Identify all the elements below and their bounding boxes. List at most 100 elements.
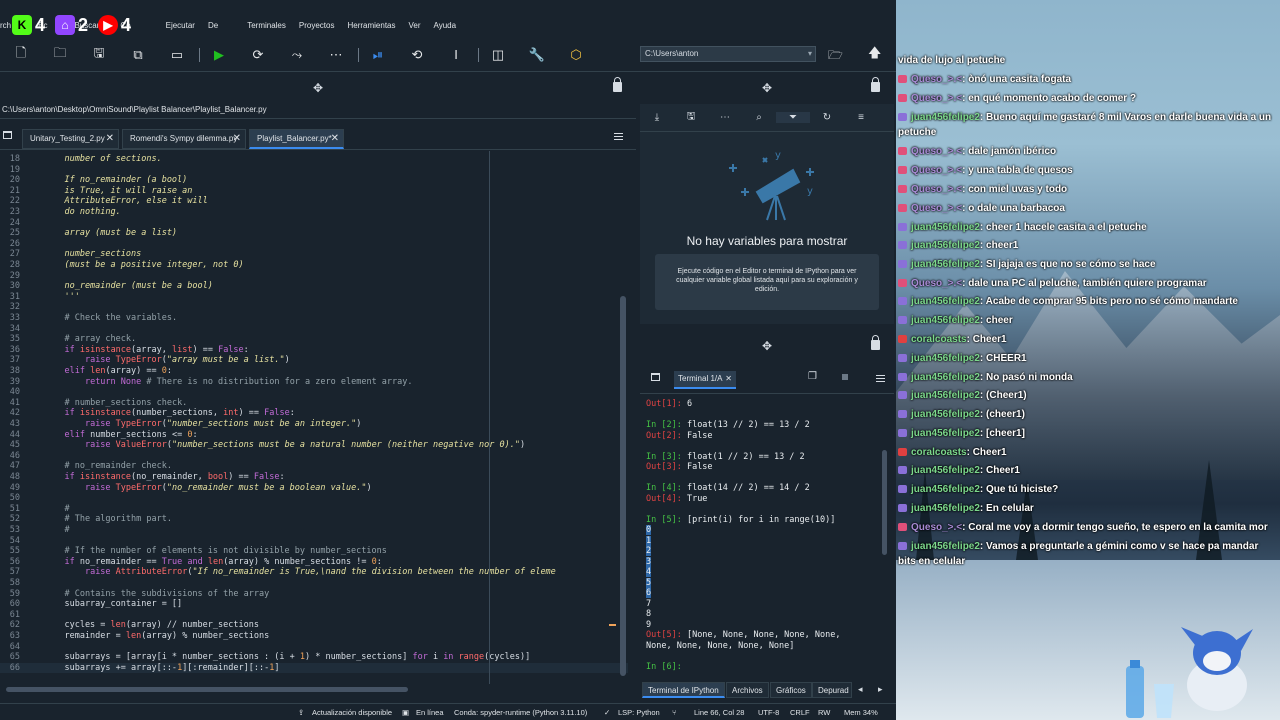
chat-username[interactable]: juan456felipe2 (911, 240, 980, 251)
code-line[interactable]: 65 subarrays = [array[i * number_section… (0, 652, 628, 663)
code-line[interactable]: 59 # Contains the subdivisions of the ar… (0, 589, 628, 600)
import-data-icon[interactable]: ⤓ (640, 112, 674, 123)
code-line[interactable]: 44 elif number_sections <= 0: (0, 430, 628, 441)
lock-pane-icon[interactable] (871, 77, 880, 92)
tab-debugger[interactable]: Depurad (812, 682, 852, 698)
chat-username[interactable]: juan456felipe2 (911, 390, 980, 401)
lock-pane-icon[interactable] (613, 77, 622, 92)
save-icon[interactable]: 🖫 (86, 43, 112, 67)
chat-username[interactable]: juan456felipe2 (911, 315, 980, 326)
chat-username[interactable]: juan456felipe2 (911, 222, 980, 233)
stop-icon[interactable] (842, 374, 848, 380)
code-line[interactable]: 36 if isinstance(array, list) == False: (0, 345, 628, 356)
chat-username[interactable]: juan456felipe2 (911, 428, 980, 439)
move-pane-icon[interactable]: ✥ (762, 81, 772, 95)
code-line[interactable]: 32 (0, 302, 628, 313)
save-all-icon[interactable]: ⧉ (125, 43, 151, 67)
run-cell-advance-icon[interactable]: ⤳ (284, 43, 310, 67)
menu-terminales[interactable]: Terminales (247, 21, 286, 30)
code-line[interactable]: 66 subarrays += array[::-1][:remainder][… (0, 662, 628, 674)
code-line[interactable]: 30 no_remainder (must be a bool) (0, 281, 628, 292)
chat-username[interactable]: Queso_>.< (911, 522, 962, 533)
preferences-wrench-icon[interactable]: 🔧 (524, 43, 550, 67)
code-line[interactable]: 34 (0, 324, 628, 335)
tab-plots[interactable]: Gráficos (770, 682, 812, 698)
tab-playlist-balancer[interactable]: Playlist_Balancer.py* ✕ (249, 129, 344, 149)
menu-herramientas[interactable]: Herramientas (347, 21, 395, 30)
working-directory-input[interactable]: C:\Users\anton ▾ (640, 46, 816, 62)
maximize-pane-icon[interactable]: ◫ (485, 43, 511, 67)
menu-depurar[interactable]: De (208, 21, 218, 30)
browse-folder-icon[interactable]: 🗁 (828, 46, 843, 67)
code-line[interactable]: 27 number_sections (0, 249, 628, 260)
code-editor[interactable]: 18 number of sections. 19 20 If no_remaind… (0, 151, 628, 678)
chat-username[interactable]: juan456felipe2 (911, 296, 980, 307)
menu-proyectos[interactable]: Proyectos (299, 21, 335, 30)
browse-tabs-icon[interactable] (3, 131, 12, 139)
chevron-down-icon[interactable]: ▾ (808, 47, 812, 61)
chat-username[interactable]: juan456felipe2 (911, 465, 980, 476)
code-line[interactable]: 24 (0, 218, 628, 229)
debug-icon[interactable]: ⏯ (365, 43, 391, 67)
code-line[interactable]: 33 # Check the variables. (0, 313, 628, 324)
debug-cell-icon[interactable]: ⟲ (404, 43, 430, 67)
chat-username[interactable]: juan456felipe2 (911, 259, 980, 270)
parent-directory-icon[interactable]: 🡅 (868, 44, 881, 66)
scroll-left-icon[interactable]: ◂ (858, 684, 863, 695)
more-icon[interactable]: ⋯ (323, 43, 349, 67)
options-menu-icon[interactable]: ≡ (844, 112, 878, 123)
code-line[interactable]: 41 # number_sections check. (0, 398, 628, 409)
code-line[interactable]: 58 (0, 578, 628, 589)
code-line[interactable]: 37 raise TypeError("array must be a list… (0, 355, 628, 366)
status-conda[interactable]: Conda: spyder-runtime (Python 3.11.10) (454, 708, 587, 717)
close-icon[interactable]: ✕ (106, 130, 114, 148)
close-icon[interactable]: ✕ (331, 130, 339, 148)
close-icon[interactable]: ✕ (233, 130, 241, 148)
code-line[interactable]: 64 (0, 642, 628, 653)
code-line[interactable]: 31 ''' (0, 292, 628, 303)
code-line[interactable]: 38 elif len(array) == 0: (0, 366, 628, 377)
chat-username[interactable]: juan456felipe2 (911, 503, 980, 514)
code-line[interactable]: 60 subarray_container = [] (0, 599, 628, 610)
code-line[interactable]: 63 remainder = len(array) % number_secti… (0, 631, 628, 642)
code-line[interactable]: 56 if no_remainder == True and len(array… (0, 557, 628, 568)
console-options-menu-icon[interactable] (876, 375, 885, 382)
code-line[interactable]: 47 # no_remainder check. (0, 461, 628, 472)
copy-icon[interactable]: ❐ (808, 371, 817, 382)
console-scrollbar[interactable] (882, 450, 887, 555)
menu-ejecutar[interactable]: Ejecutar (166, 21, 195, 30)
tab-sympy-dilemma[interactable]: Romendi's Sympy dilemma.py ✕ (122, 129, 246, 149)
code-line[interactable]: 28 (must be a positive integer, not 0) (0, 260, 628, 271)
chat-username[interactable]: coralcoasts (911, 334, 967, 345)
debug-selection-icon[interactable]: I (443, 43, 469, 67)
refresh-icon[interactable]: ↻ (810, 112, 844, 123)
chat-username[interactable]: juan456felipe2 (911, 409, 980, 420)
menu-ayuda[interactable]: Ayuda (434, 21, 457, 30)
search-icon[interactable]: ⌕ (742, 112, 776, 123)
code-line[interactable]: 45 raise ValueError("number_sections mus… (0, 440, 628, 451)
code-line[interactable]: 54 (0, 536, 628, 547)
ipython-console[interactable]: Out[1]: 6 In [2]: float(13 // 2) == 13 / … (640, 396, 886, 676)
filter-icon[interactable]: ⏷ (776, 112, 810, 123)
code-line[interactable]: 35 # array check. (0, 334, 628, 345)
move-pane-icon[interactable]: ✥ (762, 339, 772, 353)
chat-username[interactable]: juan456felipe2 (911, 541, 980, 552)
new-file-icon[interactable]: 🗋 (8, 43, 34, 67)
code-line[interactable]: 18 number of sections. (0, 154, 628, 165)
chat-username[interactable]: juan456felipe2 (911, 484, 980, 495)
more-icon[interactable]: ⋯ (708, 112, 742, 123)
chat-username[interactable]: Queso_>.< (911, 203, 962, 214)
code-line[interactable]: 57 raise AttributeError("If no_remainder… (0, 567, 628, 578)
code-line[interactable]: 25 array (must be a list) (0, 228, 628, 239)
tab-terminal-1a[interactable]: Terminal 1/A ✕ (674, 371, 736, 389)
chat-username[interactable]: juan456felipe2 (911, 112, 980, 123)
status-lsp[interactable]: LSP: Python (618, 708, 660, 717)
editor-horizontal-scrollbar[interactable] (6, 687, 408, 692)
code-line[interactable]: 23 do nothing. (0, 207, 628, 218)
chat-username[interactable]: juan456felipe2 (911, 353, 980, 364)
lock-pane-icon[interactable] (871, 335, 880, 350)
code-line[interactable]: 49 raise TypeError("no_remainder must be… (0, 483, 628, 494)
python-path-icon[interactable]: ⬡ (563, 43, 589, 67)
chat-username[interactable]: Queso_>.< (911, 74, 962, 85)
menu-ver[interactable]: Ver (408, 21, 420, 30)
